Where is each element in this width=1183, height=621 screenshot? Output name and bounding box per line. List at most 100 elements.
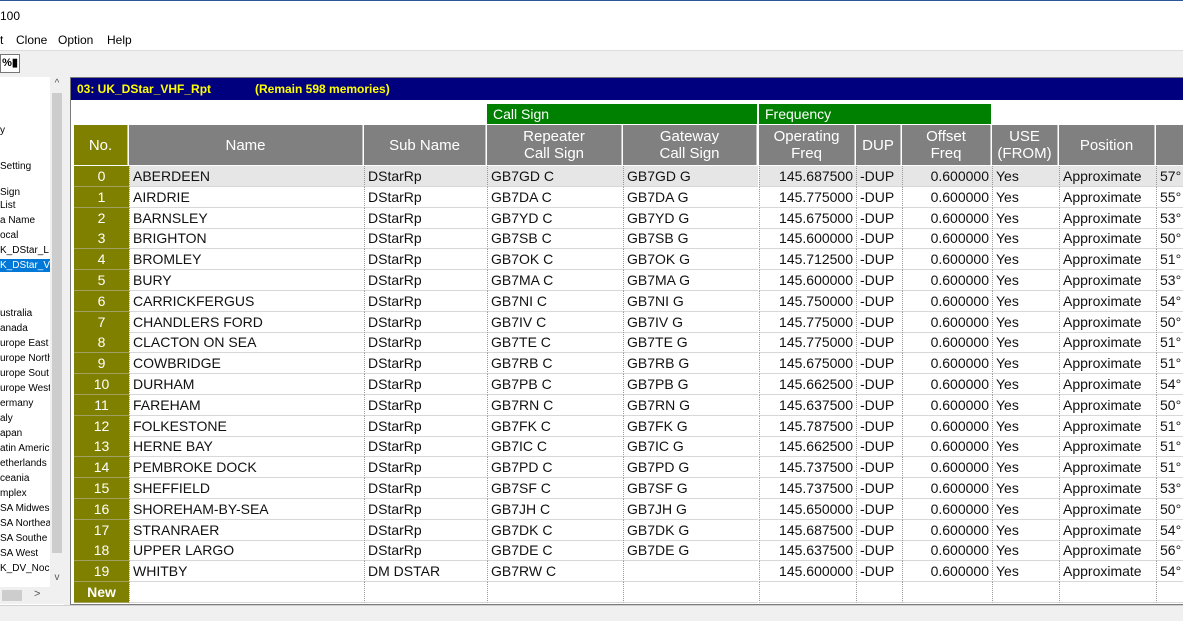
- cell-sub-name[interactable]: DStarRp: [364, 228, 487, 250]
- cell-operating-freq[interactable]: 145.737500: [759, 457, 856, 479]
- cell-latitude[interactable]: 56°: [1156, 540, 1183, 562]
- cell-latitude[interactable]: 50°: [1156, 498, 1183, 520]
- cell-latitude[interactable]: 53°: [1156, 478, 1183, 499]
- cell-dup[interactable]: [856, 582, 902, 603]
- cell-latitude[interactable]: 53°: [1156, 207, 1183, 229]
- cell-gateway-call[interactable]: [623, 582, 758, 603]
- column-header-rpt-call[interactable]: Repeater Call Sign: [487, 125, 622, 165]
- scroll-down-icon[interactable]: v: [50, 571, 64, 585]
- cell-latitude[interactable]: 51°: [1156, 332, 1183, 354]
- cell-position[interactable]: Approximate: [1059, 394, 1156, 416]
- table-row[interactable]: 17 STRANRAER DStarRp GB7DK C GB7DK G 145.6875…: [74, 519, 1183, 541]
- cell-gateway-call[interactable]: GB7NI G: [623, 290, 758, 312]
- cell-gateway-call[interactable]: GB7PD G: [623, 457, 758, 479]
- table-row[interactable]: 9 COWBRIDGE DStarRp GB7RB C GB7RB G 145.67500…: [74, 353, 1183, 375]
- table-row[interactable]: 19 WHITBY DM DSTAR GB7RW C 145.600000 -DUP 0.6…: [74, 561, 1183, 583]
- column-header-lat[interactable]: [1156, 125, 1183, 165]
- cell-no[interactable]: 10: [74, 374, 129, 395]
- cell-offset-freq[interactable]: 0.600000: [902, 186, 992, 208]
- cell-gateway-call[interactable]: GB7SF G: [623, 478, 758, 499]
- cell-operating-freq[interactable]: 145.737500: [759, 478, 856, 499]
- tree-item[interactable]: ceania: [0, 472, 29, 485]
- cell-gateway-call[interactable]: GB7DK G: [623, 519, 758, 541]
- cell-sub-name[interactable]: DStarRp: [364, 311, 487, 333]
- table-row[interactable]: 16 SHOREHAM-BY-SEA DStarRp GB7JH C GB7JH G 14…: [74, 498, 1183, 520]
- table-row[interactable]: 5 BURY DStarRp GB7MA C GB7MA G 145.600000 -DUP…: [74, 270, 1183, 291]
- cell-offset-freq[interactable]: 0.600000: [902, 436, 992, 458]
- cell-gateway-call[interactable]: GB7RB G: [623, 353, 758, 375]
- cell-sub-name[interactable]: DStarRp: [364, 290, 487, 312]
- clone-tool-icon[interactable]: %▮: [0, 54, 20, 73]
- cell-dup[interactable]: -DUP: [856, 540, 902, 562]
- menu-item-option[interactable]: Option: [58, 33, 93, 47]
- cell-dup[interactable]: -DUP: [856, 436, 902, 458]
- cell-repeater-call[interactable]: GB7RN C: [487, 394, 623, 416]
- cell-use-from[interactable]: Yes: [992, 270, 1059, 291]
- cell-position[interactable]: Approximate: [1059, 290, 1156, 312]
- cell-dup[interactable]: -DUP: [856, 166, 902, 187]
- cell-latitude[interactable]: 50°: [1156, 228, 1183, 250]
- column-header-op-freq[interactable]: Operating Freq: [759, 125, 855, 165]
- tree-item[interactable]: etherlands: [0, 457, 47, 470]
- cell-dup[interactable]: -DUP: [856, 228, 902, 250]
- cell-use-from[interactable]: Yes: [992, 457, 1059, 479]
- cell-offset-freq[interactable]: 0.600000: [902, 498, 992, 520]
- tree-item[interactable]: urope North: [0, 352, 50, 365]
- tree-item[interactable]: List: [0, 199, 16, 212]
- cell-repeater-call[interactable]: GB7DE C: [487, 540, 623, 562]
- cell-dup[interactable]: -DUP: [856, 519, 902, 541]
- cell-gateway-call[interactable]: GB7OK G: [623, 249, 758, 271]
- table-row[interactable]: 13 HERNE BAY DStarRp GB7IC C GB7IC G 145.6625…: [74, 436, 1183, 458]
- cell-latitude[interactable]: 51°: [1156, 353, 1183, 375]
- cell-repeater-call[interactable]: GB7FK C: [487, 415, 623, 437]
- cell-latitude[interactable]: 51°: [1156, 249, 1183, 271]
- cell-gateway-call[interactable]: GB7RN G: [623, 394, 758, 416]
- cell-gateway-call[interactable]: GB7IC G: [623, 436, 758, 458]
- cell-latitude[interactable]: 50°: [1156, 311, 1183, 333]
- cell-offset-freq[interactable]: 0.600000: [902, 415, 992, 437]
- cell-name[interactable]: CLACTON ON SEA: [129, 332, 364, 354]
- cell-name[interactable]: UPPER LARGO: [129, 540, 364, 562]
- tree-item[interactable]: K_DStar_V: [0, 259, 50, 272]
- cell-position[interactable]: Approximate: [1059, 207, 1156, 229]
- cell-offset-freq[interactable]: 0.600000: [902, 394, 992, 416]
- cell-operating-freq[interactable]: 145.675000: [759, 353, 856, 375]
- cell-offset-freq[interactable]: 0.600000: [902, 374, 992, 395]
- cell-repeater-call[interactable]: GB7JH C: [487, 498, 623, 520]
- cell-use-from[interactable]: Yes: [992, 374, 1059, 395]
- menu-item-help[interactable]: Help: [107, 33, 132, 47]
- cell-use-from[interactable]: Yes: [992, 186, 1059, 208]
- table-row[interactable]: 18 UPPER LARGO DStarRp GB7DE C GB7DE G 145.63…: [74, 540, 1183, 562]
- cell-sub-name[interactable]: DStarRp: [364, 186, 487, 208]
- cell-name[interactable]: BARNSLEY: [129, 207, 364, 229]
- cell-repeater-call[interactable]: GB7GD C: [487, 166, 623, 187]
- column-header-offset[interactable]: Offset Freq: [902, 125, 991, 165]
- cell-use-from[interactable]: Yes: [992, 353, 1059, 375]
- cell-offset-freq[interactable]: 0.600000: [902, 270, 992, 291]
- cell-latitude[interactable]: 54°: [1156, 519, 1183, 541]
- cell-sub-name[interactable]: DStarRp: [364, 519, 487, 541]
- cell-operating-freq[interactable]: [759, 582, 856, 603]
- tree-item[interactable]: K_DV_Noc: [0, 562, 49, 575]
- cell-no[interactable]: 2: [74, 207, 129, 229]
- tree-scroll-thumb[interactable]: [52, 93, 62, 553]
- cell-use-from[interactable]: Yes: [992, 540, 1059, 562]
- cell-use-from[interactable]: Yes: [992, 561, 1059, 583]
- cell-offset-freq[interactable]: 0.600000: [902, 207, 992, 229]
- cell-no[interactable]: 9: [74, 353, 129, 375]
- cell-sub-name[interactable]: DStarRp: [364, 415, 487, 437]
- cell-use-from[interactable]: Yes: [992, 519, 1059, 541]
- cell-latitude[interactable]: 51°: [1156, 457, 1183, 479]
- cell-dup[interactable]: -DUP: [856, 561, 902, 583]
- cell-name[interactable]: FOLKESTONE: [129, 415, 364, 437]
- cell-no[interactable]: 17: [74, 519, 129, 541]
- cell-dup[interactable]: -DUP: [856, 457, 902, 479]
- cell-name[interactable]: BROMLEY: [129, 249, 364, 271]
- cell-sub-name[interactable]: DStarRp: [364, 353, 487, 375]
- cell-dup[interactable]: -DUP: [856, 270, 902, 291]
- cell-sub-name[interactable]: DStarRp: [364, 540, 487, 562]
- cell-no[interactable]: 7: [74, 311, 129, 333]
- cell-no[interactable]: 6: [74, 290, 129, 312]
- tree-item[interactable]: urope East: [0, 337, 48, 350]
- cell-operating-freq[interactable]: 145.637500: [759, 394, 856, 416]
